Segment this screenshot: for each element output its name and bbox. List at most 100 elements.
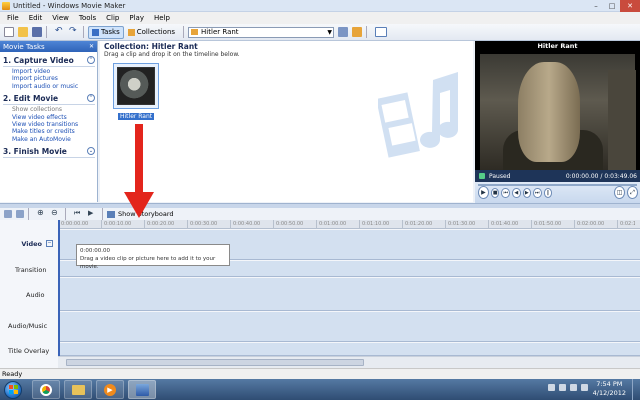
monitor-title: Hitler Rant: [537, 42, 578, 50]
expand-icon[interactable]: ⌄: [87, 147, 95, 156]
menu-clip[interactable]: Clip: [106, 14, 119, 22]
tooltip-time: 0:00:00.00: [80, 248, 110, 254]
show-collections-link[interactable]: Show collections: [3, 106, 97, 113]
save-project-icon[interactable]: [32, 27, 42, 37]
zoom-out-icon[interactable]: ⊖: [51, 209, 61, 219]
media-player-taskbar-button[interactable]: ▶: [96, 380, 124, 399]
timeline-playhead[interactable]: [58, 220, 60, 356]
movie-tasks-header: Movie Tasks ✕: [0, 41, 97, 52]
start-button[interactable]: [4, 380, 22, 399]
taskbar-clock[interactable]: 7:54 PM 4/12/2012: [593, 380, 626, 398]
play-button[interactable]: ▶: [478, 186, 489, 199]
timeline-scrollbar[interactable]: [58, 356, 640, 368]
section-title: 3. Finish Movie: [3, 147, 67, 157]
status-bar: Ready: [0, 368, 640, 379]
scrollbar-thumb[interactable]: [66, 359, 364, 366]
finish-movie-section: 3. Finish Movie ⌄: [0, 147, 97, 159]
make-titles-link[interactable]: Make titles or credits: [3, 128, 97, 135]
menu-edit[interactable]: Edit: [29, 14, 43, 22]
collection-select[interactable]: Hitler Rant ▼: [188, 26, 335, 38]
tray-arrow-icon[interactable]: [548, 384, 555, 391]
view-video-effects-link[interactable]: View video effects: [3, 114, 97, 121]
minimize-button[interactable]: –: [588, 0, 604, 12]
ruler-tick: 0:00:10.00: [101, 220, 144, 229]
clip-label[interactable]: Hitler Rant: [118, 113, 155, 120]
undo-icon[interactable]: ↶: [55, 27, 65, 37]
media-player-icon: ▶: [104, 383, 116, 396]
play-timeline-icon[interactable]: ▶: [88, 209, 98, 219]
collapse-icon[interactable]: ⌃: [87, 56, 95, 64]
chrome-icon: [40, 383, 52, 396]
video-background-figure: [608, 70, 636, 170]
rewind-button[interactable]: ◀: [512, 187, 521, 198]
narrate-timeline-icon[interactable]: [16, 210, 24, 218]
track-label-audio: Audio: [26, 291, 45, 299]
seek-bar[interactable]: [478, 184, 637, 186]
import-video-link[interactable]: Import video: [3, 68, 97, 75]
forward-button[interactable]: ▶: [522, 187, 532, 198]
import-pictures-link[interactable]: Import pictures: [3, 75, 97, 82]
menu-file[interactable]: File: [7, 14, 19, 22]
ruler-tick: 0:01:00.00: [316, 220, 359, 229]
menu-play[interactable]: Play: [129, 14, 144, 22]
track-label-transition: Transition: [15, 266, 47, 274]
title-bar: Untitled - Windows Movie Maker – □ ✕: [0, 0, 640, 12]
up-folder-icon[interactable]: [338, 27, 349, 37]
stop-button[interactable]: ■: [490, 187, 500, 198]
audio-track[interactable]: [58, 278, 640, 311]
new-folder-icon[interactable]: [352, 27, 363, 37]
audio-music-track[interactable]: [58, 312, 640, 342]
split-clip-button[interactable]: ‖: [543, 187, 553, 198]
collection-select-value: Hitler Rant: [201, 28, 239, 36]
set-audio-levels-icon[interactable]: [4, 210, 12, 218]
flag-icon[interactable]: [581, 384, 588, 391]
expand-video-track-icon[interactable]: −: [46, 240, 53, 247]
network-icon[interactable]: [559, 384, 566, 391]
title-overlay-track[interactable]: [58, 343, 640, 356]
collections-button[interactable]: Collections: [124, 26, 179, 39]
clip-thumbnail[interactable]: [113, 63, 159, 109]
ruler-tick: 0:00:40.00: [230, 220, 273, 229]
toolbar-separator: [183, 26, 185, 38]
redo-icon[interactable]: ↷: [69, 27, 79, 37]
maximize-button[interactable]: □: [604, 0, 620, 12]
ruler-tick: 0:01:30.00: [445, 220, 488, 229]
zoom-in-icon[interactable]: ⊕: [37, 209, 47, 219]
timeline-ruler[interactable]: 0:00:00.00 0:00:10.00 0:00:20.00 0:00:30…: [58, 220, 640, 229]
previous-frame-button[interactable]: ⏮: [501, 187, 510, 198]
window-title: Untitled - Windows Movie Maker: [13, 1, 126, 10]
open-project-icon[interactable]: [18, 27, 28, 37]
show-desktop-button[interactable]: [632, 379, 640, 400]
collections-button-label: Collections: [136, 28, 176, 36]
film-music-watermark-icon: [378, 72, 458, 158]
monitor-status-bar: Paused 0:00:00.00 / 0:03:49.06: [475, 170, 640, 182]
toolbar-separator: [28, 208, 29, 220]
collapse-icon[interactable]: ⌃: [87, 94, 95, 103]
new-project-icon[interactable]: [4, 27, 14, 37]
rewind-timeline-icon[interactable]: ⏮: [74, 209, 84, 219]
make-automovie-link[interactable]: Make an AutoMovie: [3, 136, 97, 143]
clip-preview-image: [117, 67, 155, 105]
next-frame-button[interactable]: ⏭: [533, 187, 542, 198]
explorer-taskbar-button[interactable]: [64, 380, 92, 399]
close-icon[interactable]: ✕: [89, 43, 94, 50]
ruler-tick: 0:02:10.00: [617, 220, 635, 229]
chrome-taskbar-button[interactable]: [32, 380, 60, 399]
tasks-button[interactable]: Tasks: [88, 25, 124, 39]
windows-logo-icon: [8, 385, 18, 394]
toolbar-separator: [102, 208, 103, 220]
snapshot-button[interactable]: ◫: [614, 186, 626, 199]
menu-view[interactable]: View: [52, 14, 69, 22]
menu-help[interactable]: Help: [154, 14, 170, 22]
section-title: 2. Edit Movie: [3, 94, 59, 104]
capture-video-section: 1. Capture Video ⌃ Import video Import pi…: [0, 56, 97, 90]
import-audio-link[interactable]: Import audio or music: [3, 83, 97, 90]
views-icon[interactable]: [375, 27, 388, 37]
close-button[interactable]: ✕: [620, 0, 640, 12]
tooltip-hint: Drag a video clip or picture here to add…: [80, 256, 216, 270]
fullscreen-button[interactable]: ⤢: [627, 186, 638, 199]
view-video-transitions-link[interactable]: View video transitions: [3, 121, 97, 128]
movie-maker-taskbar-button[interactable]: [128, 380, 156, 399]
volume-icon[interactable]: [570, 384, 577, 391]
menu-tools[interactable]: Tools: [79, 14, 96, 22]
